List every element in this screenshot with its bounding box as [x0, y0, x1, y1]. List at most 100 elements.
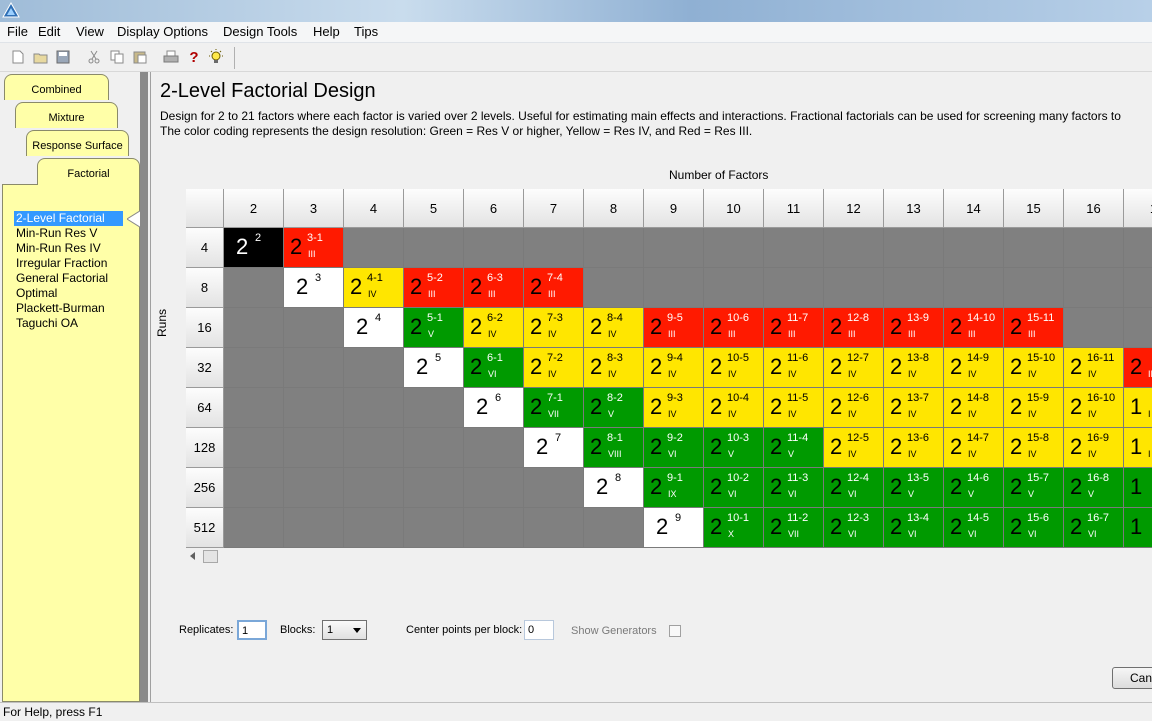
- design-cell[interactable]: 2 10-4 IV: [704, 388, 764, 428]
- menu-edit[interactable]: Edit: [36, 24, 62, 40]
- show-generators-checkbox[interactable]: [669, 625, 681, 637]
- design-cell[interactable]: 2 10-3 V: [704, 428, 764, 468]
- cancel-button[interactable]: Can: [1112, 667, 1152, 689]
- design-cell[interactable]: 2 II: [1124, 348, 1152, 388]
- grid-horizontal-scrollbar[interactable]: [186, 549, 1152, 563]
- design-cell[interactable]: 2 13-5 V: [884, 468, 944, 508]
- new-icon[interactable]: [8, 47, 28, 67]
- design-cell[interactable]: 2 16-8 V: [1064, 468, 1124, 508]
- save-icon[interactable]: [53, 47, 73, 67]
- design-cell[interactable]: 2 10-6 III: [704, 308, 764, 348]
- design-item-2-level-factorial[interactable]: 2-Level Factorial: [14, 211, 123, 226]
- print-icon[interactable]: [161, 47, 181, 67]
- menu-view[interactable]: View: [74, 24, 106, 40]
- design-cell[interactable]: 2 9-3 IV: [644, 388, 704, 428]
- design-cell[interactable]: 2 10-2 VI: [704, 468, 764, 508]
- design-cell[interactable]: 2 12-8 III: [824, 308, 884, 348]
- pane-splitter[interactable]: [140, 72, 148, 702]
- design-cell[interactable]: 2 16-11 IV: [1064, 348, 1124, 388]
- design-cell[interactable]: 2 8-3 IV: [584, 348, 644, 388]
- design-cell[interactable]: 2 8-1 VIII: [584, 428, 644, 468]
- menu-display-options[interactable]: Display Options: [115, 24, 210, 40]
- design-cell[interactable]: 2 5-2 III: [404, 268, 464, 308]
- design-cell[interactable]: 2 6-2 IV: [464, 308, 524, 348]
- design-cell[interactable]: 2 14-10 III: [944, 308, 1004, 348]
- design-item-min-run-res-iv[interactable]: Min-Run Res IV: [14, 241, 103, 256]
- open-icon[interactable]: [31, 47, 51, 67]
- design-cell[interactable]: 2 9-2 VI: [644, 428, 704, 468]
- tab-factorial[interactable]: Factorial: [37, 158, 140, 185]
- design-cell[interactable]: 2 11-2 VII: [764, 508, 824, 548]
- copy-icon[interactable]: [107, 47, 127, 67]
- design-item-general-factorial[interactable]: General Factorial: [14, 271, 110, 286]
- replicates-input[interactable]: 1: [237, 620, 267, 640]
- design-cell[interactable]: 24: [344, 308, 404, 348]
- design-cell[interactable]: 2 12-7 IV: [824, 348, 884, 388]
- design-cell[interactable]: 1: [1124, 508, 1152, 548]
- design-cell[interactable]: 2 16-9 IV: [1064, 428, 1124, 468]
- design-cell[interactable]: 1I: [1124, 428, 1152, 468]
- design-cell[interactable]: 25: [404, 348, 464, 388]
- menu-design-tools[interactable]: Design Tools: [221, 24, 299, 40]
- design-item-optimal[interactable]: Optimal: [14, 286, 59, 301]
- design-cell[interactable]: 2 10-5 IV: [704, 348, 764, 388]
- design-item-min-run-res-v[interactable]: Min-Run Res V: [14, 226, 99, 241]
- design-cell[interactable]: 2 11-6 IV: [764, 348, 824, 388]
- help-icon[interactable]: ?: [184, 47, 204, 67]
- cut-icon[interactable]: [84, 47, 104, 67]
- design-cell[interactable]: 2 7-3 IV: [524, 308, 584, 348]
- design-cell[interactable]: 2 5-1 V: [404, 308, 464, 348]
- design-cell[interactable]: 26: [464, 388, 524, 428]
- design-cell[interactable]: 1: [1124, 468, 1152, 508]
- menu-file[interactable]: File: [5, 24, 30, 40]
- tip-icon[interactable]: [206, 47, 226, 67]
- design-cell[interactable]: 2 11-7 III: [764, 308, 824, 348]
- design-cell[interactable]: 2 14-8 IV: [944, 388, 1004, 428]
- design-cell[interactable]: 2 9-5 III: [644, 308, 704, 348]
- design-cell[interactable]: 2 9-1 IX: [644, 468, 704, 508]
- design-cell[interactable]: 2 10-1 X: [704, 508, 764, 548]
- design-cell[interactable]: 2 15-10 IV: [1004, 348, 1064, 388]
- design-cell[interactable]: 2 14-7 IV: [944, 428, 1004, 468]
- design-cell[interactable]: 2 7-4 III: [524, 268, 584, 308]
- center-points-input[interactable]: 0: [524, 620, 554, 640]
- design-cell[interactable]: 2 16-10 IV: [1064, 388, 1124, 428]
- design-cell[interactable]: 2 4-1 IV: [344, 268, 404, 308]
- tab-mixture[interactable]: Mixture: [15, 102, 118, 128]
- design-cell[interactable]: 2 15-9 IV: [1004, 388, 1064, 428]
- design-cell[interactable]: 2 16-7 VI: [1064, 508, 1124, 548]
- design-cell[interactable]: 2 15-7 V: [1004, 468, 1064, 508]
- design-cell[interactable]: 2 8-4 IV: [584, 308, 644, 348]
- design-cell[interactable]: 2 15-6 VI: [1004, 508, 1064, 548]
- design-cell[interactable]: 2 11-4 V: [764, 428, 824, 468]
- design-cell[interactable]: 2 6-1 VI: [464, 348, 524, 388]
- design-cell[interactable]: 2 13-8 IV: [884, 348, 944, 388]
- design-cell[interactable]: 2 13-4 VI: [884, 508, 944, 548]
- scroll-left-icon[interactable]: [188, 549, 198, 563]
- design-cell[interactable]: 27: [524, 428, 584, 468]
- design-cell[interactable]: 2 13-9 III: [884, 308, 944, 348]
- design-cell[interactable]: 2 12-4 VI: [824, 468, 884, 508]
- design-cell[interactable]: 2 6-3 III: [464, 268, 524, 308]
- design-cell[interactable]: 2 13-6 IV: [884, 428, 944, 468]
- design-cell[interactable]: 2 11-5 IV: [764, 388, 824, 428]
- design-cell[interactable]: 2 12-3 VI: [824, 508, 884, 548]
- design-cell[interactable]: 28: [584, 468, 644, 508]
- tab-combined[interactable]: Combined: [4, 74, 109, 100]
- design-item-plackett-burman[interactable]: Plackett-Burman: [14, 301, 107, 316]
- design-cell[interactable]: 2 9-4 IV: [644, 348, 704, 388]
- design-cell[interactable]: 2 7-2 IV: [524, 348, 584, 388]
- design-cell[interactable]: 2 14-9 IV: [944, 348, 1004, 388]
- menu-tips[interactable]: Tips: [352, 24, 380, 40]
- design-cell[interactable]: 2 11-3 VI: [764, 468, 824, 508]
- design-cell[interactable]: 2 12-5 IV: [824, 428, 884, 468]
- design-cell[interactable]: 2 15-8 IV: [1004, 428, 1064, 468]
- design-cell[interactable]: 2 14-6 V: [944, 468, 1004, 508]
- design-cell[interactable]: 22: [224, 228, 284, 268]
- design-cell[interactable]: 29: [644, 508, 704, 548]
- design-cell[interactable]: 2 7-1 VII: [524, 388, 584, 428]
- design-cell[interactable]: 2 3-1 III: [284, 228, 344, 268]
- design-item-irregular-fraction[interactable]: Irregular Fraction: [14, 256, 109, 271]
- menu-help[interactable]: Help: [311, 24, 342, 40]
- paste-icon[interactable]: [130, 47, 150, 67]
